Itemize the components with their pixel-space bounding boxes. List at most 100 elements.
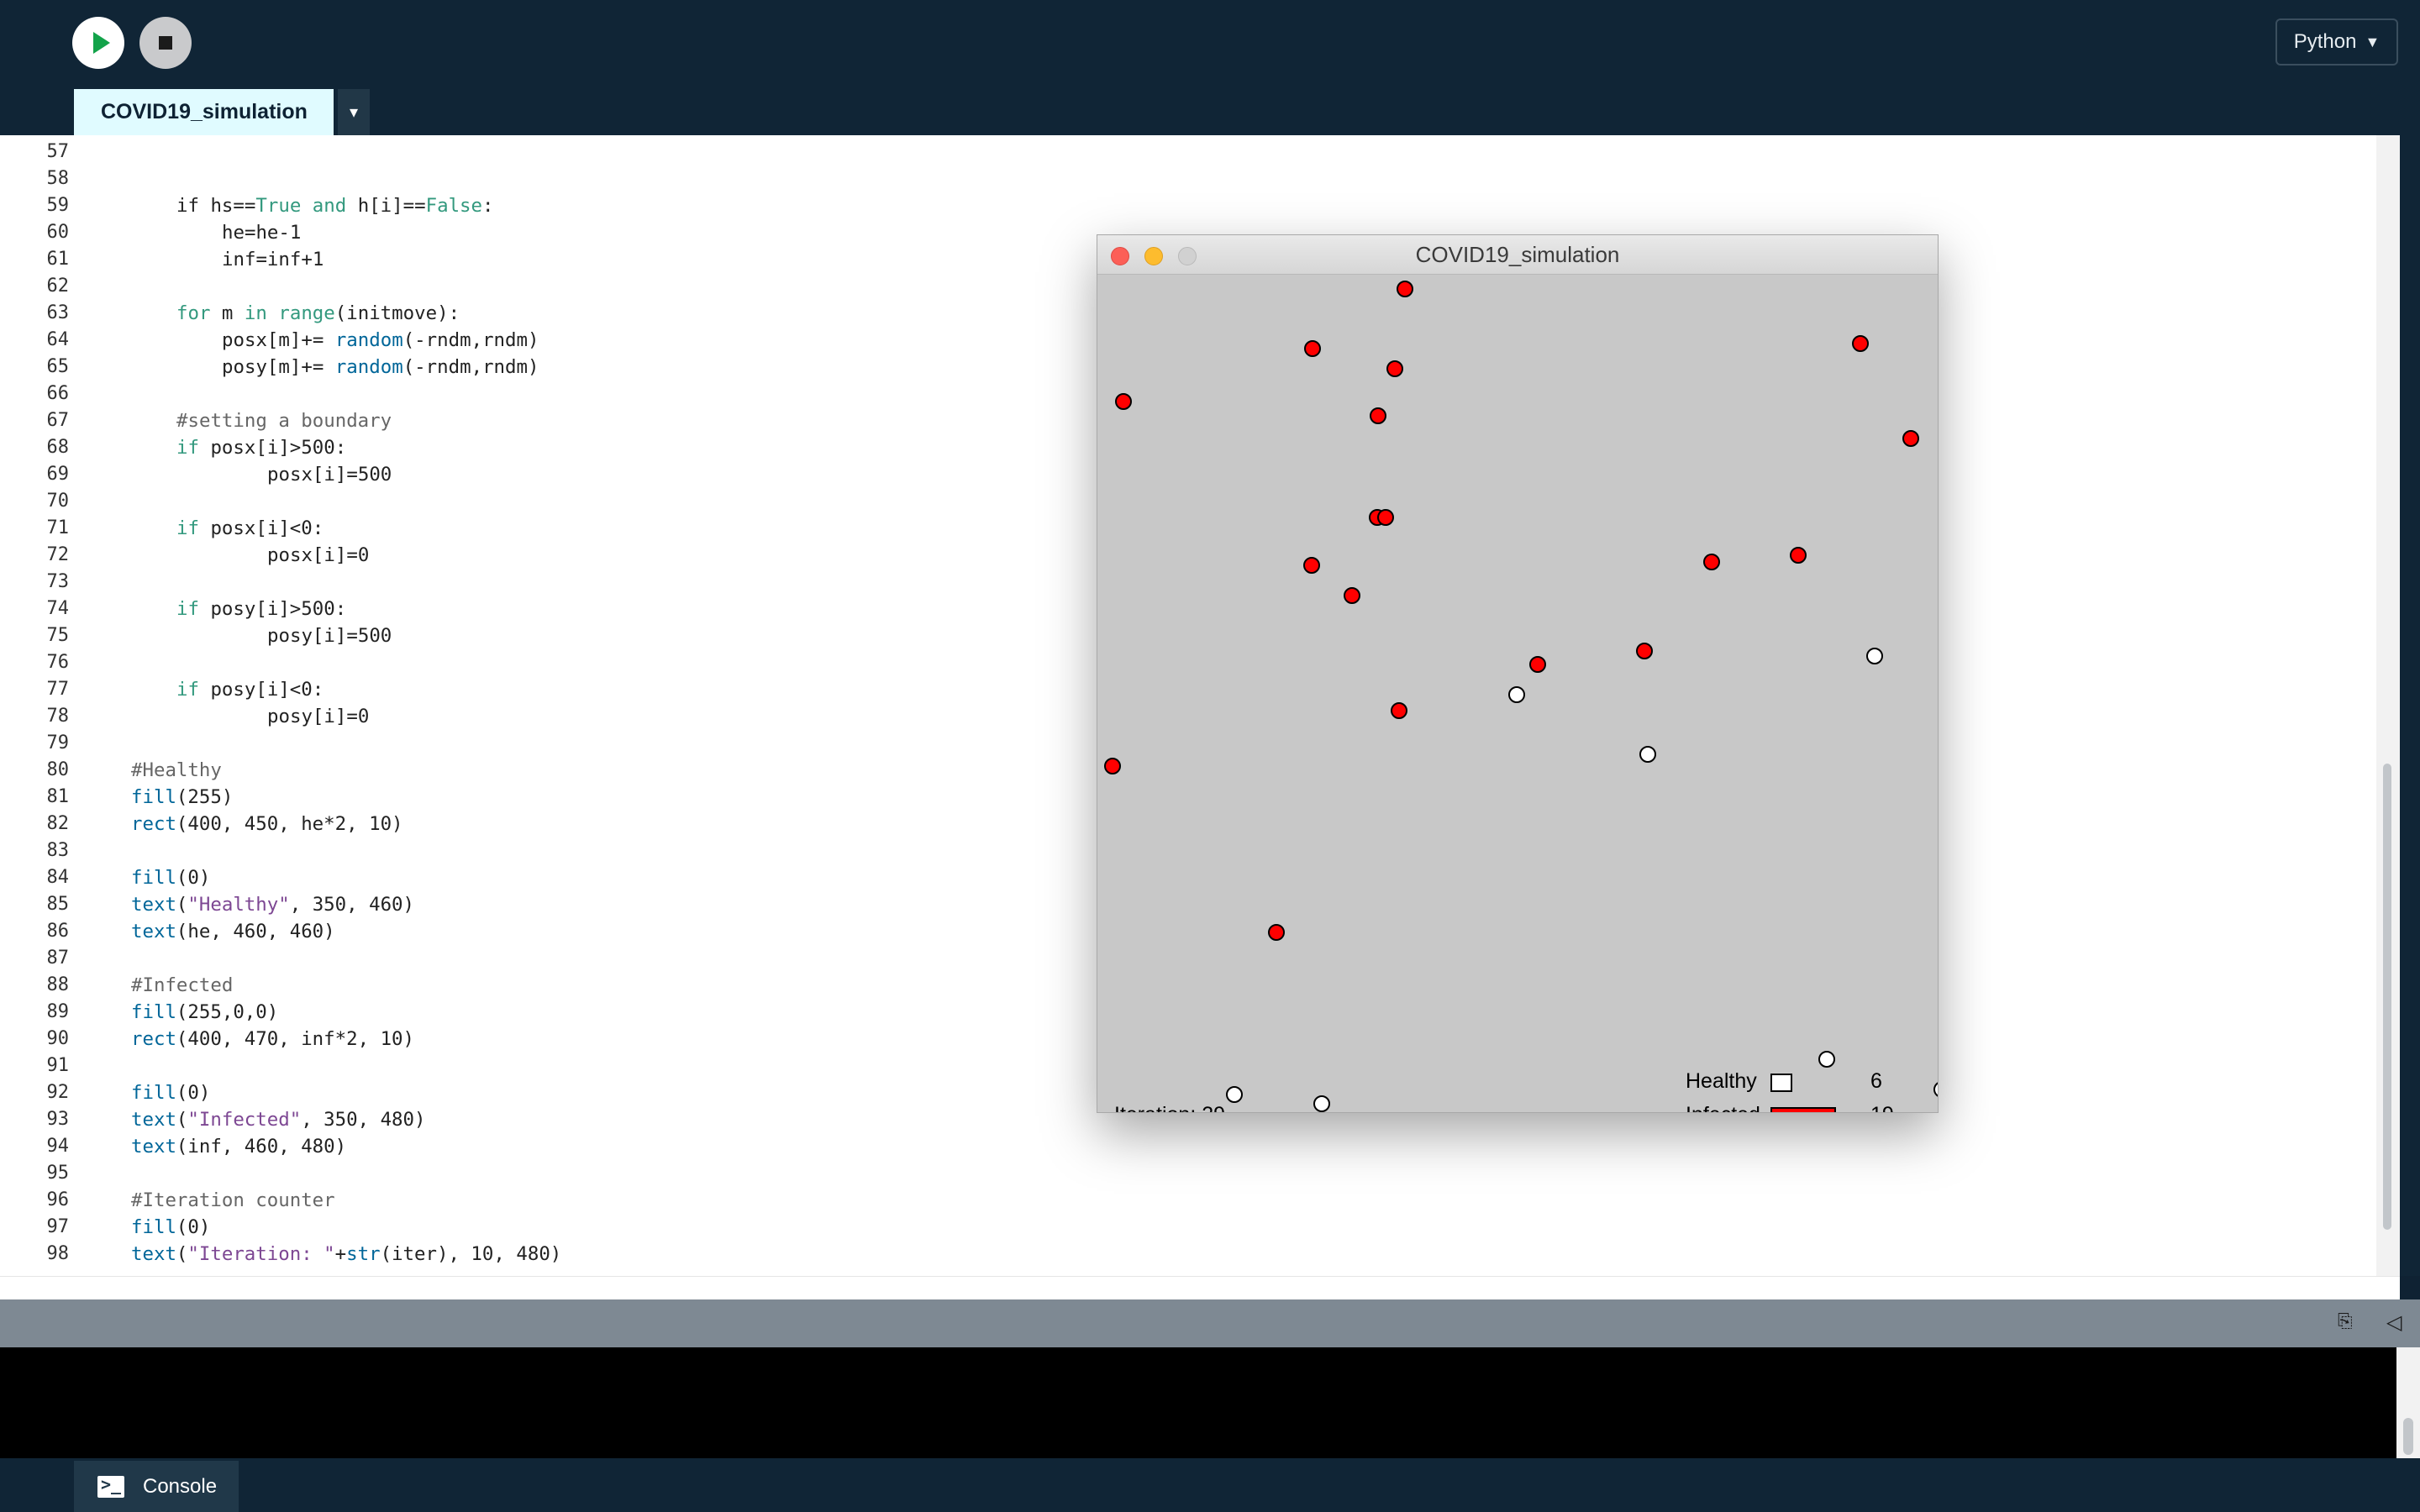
code-token: "Infected" [187,1109,302,1131]
toolbar: Python ▼ [0,0,2420,87]
code-line: fill(255) [131,784,233,811]
code-token: + [334,1243,347,1265]
code-token: random [334,356,403,378]
code-token: posy[i]=500 [267,625,392,647]
line-number: 96 [46,1189,70,1210]
sketch-title: COVID19_simulation [1415,242,1620,267]
tab-bar: COVID19_simulation ▾ [0,87,2420,135]
infected-person-dot [1529,656,1546,673]
code-token: he=he-1 [222,222,302,244]
line-number: 89 [46,1001,70,1022]
code-token: (0) [176,867,211,889]
line-number: 68 [46,437,70,458]
code-token: inf=inf+1 [222,249,324,270]
console-scroll-thumb[interactable] [2403,1418,2413,1455]
infected-person-dot [1303,557,1320,574]
healthy-bar [1770,1074,1792,1092]
code-token: rect [131,813,176,835]
line-number: 79 [46,732,70,753]
code-token: #Infected [131,974,234,996]
sketch-canvas[interactable]: Iteration: 29 Healthy 6 Infected 19 [1097,275,1938,1112]
code-token: fill [131,1082,176,1104]
code-token: m [210,302,245,324]
code-token: posx[i]>500: [198,437,347,459]
code-token: posy[i]>500: [198,598,347,620]
code-token: and [312,195,347,217]
code-token: text [131,1136,176,1158]
code-line: fill(0) [131,864,210,891]
zoom-icon[interactable] [1178,247,1197,265]
console-tab[interactable]: >_ Console [74,1461,239,1512]
code-line: for m in range(initmove): [176,300,460,327]
mode-label: Python [2293,30,2357,53]
code-token: posx[i]=500 [267,464,392,486]
run-button[interactable] [72,17,124,69]
line-number: 76 [46,652,70,673]
line-number: 82 [46,813,70,834]
stop-icon [159,36,172,50]
editor-scroll-thumb[interactable] [2383,764,2391,1230]
code-token: text [131,921,176,942]
line-number: 63 [46,302,70,323]
line-number: 71 [46,517,70,538]
line-number: 57 [46,141,70,162]
line-number: 60 [46,222,70,243]
code-line: he=he-1 [222,219,301,246]
code-token: (255,0,0) [176,1001,279,1023]
editor-scrollbar[interactable] [2376,135,2400,1276]
footer-bar: >_ Console [0,1458,2420,1512]
code-token: posy[i]<0: [198,679,324,701]
line-number: 81 [46,786,70,807]
code-token: (he, 460, 460) [176,921,335,942]
line-number: 59 [46,195,70,216]
sketch-titlebar[interactable]: COVID19_simulation [1097,235,1938,275]
line-number: 94 [46,1136,70,1157]
stop-button[interactable] [139,17,192,69]
code-token: h[i]== [346,195,426,217]
code-token: str [346,1243,381,1265]
code-line: rect(400, 450, he*2, 10) [131,811,403,837]
console-divider[interactable]: ⎘ ◁ [0,1299,2420,1347]
code-line: #Healthy [131,757,222,784]
line-number: 93 [46,1109,70,1130]
console-output[interactable] [0,1347,2396,1458]
code-token: in [244,302,267,324]
code-token: text [131,1109,176,1131]
tab-covid19-simulation[interactable]: COVID19_simulation [74,89,334,135]
healthy-person-dot [1313,1095,1330,1112]
console-scrollbar[interactable] [2396,1347,2420,1458]
code-token: (initmove): [334,302,460,324]
collapse-icon[interactable]: ◁ [2386,1310,2402,1335]
tab-menu-button[interactable]: ▾ [338,89,370,135]
line-number: 91 [46,1055,70,1076]
code-token: (-rndm,rndm) [402,329,539,351]
infected-person-dot [1636,643,1653,659]
code-token: "Healthy" [187,894,290,916]
infected-person-dot [1104,758,1121,774]
line-number: 69 [46,464,70,485]
line-number: 83 [46,840,70,861]
code-token: posx[m]+= [222,329,335,351]
infected-person-dot [1304,340,1321,357]
code-line: text("Iteration: "+str(iter), 10, 480) [131,1241,561,1268]
code-token: if [176,679,199,701]
infected-person-dot [1852,335,1869,352]
code-token: , 350, 480) [301,1109,426,1131]
minimize-icon[interactable] [1144,247,1163,265]
infected-person-dot [1397,281,1413,297]
code-line: if posy[i]<0: [176,676,324,703]
line-number: 75 [46,625,70,646]
infected-person-dot [1902,430,1919,447]
line-number: 84 [46,867,70,888]
copy-icon[interactable]: ⎘ [2338,1310,2358,1334]
code-token: ( [176,1109,188,1131]
healthy-person-dot [1226,1086,1243,1103]
close-icon[interactable] [1111,247,1129,265]
code-token: random [334,329,403,351]
infected-person-dot [1377,509,1394,526]
healthy-count: 6 [1870,1069,1882,1093]
code-line: fill(255,0,0) [131,999,278,1026]
mode-selector[interactable]: Python ▼ [2275,18,2398,66]
code-line: #Iteration counter [131,1187,335,1214]
